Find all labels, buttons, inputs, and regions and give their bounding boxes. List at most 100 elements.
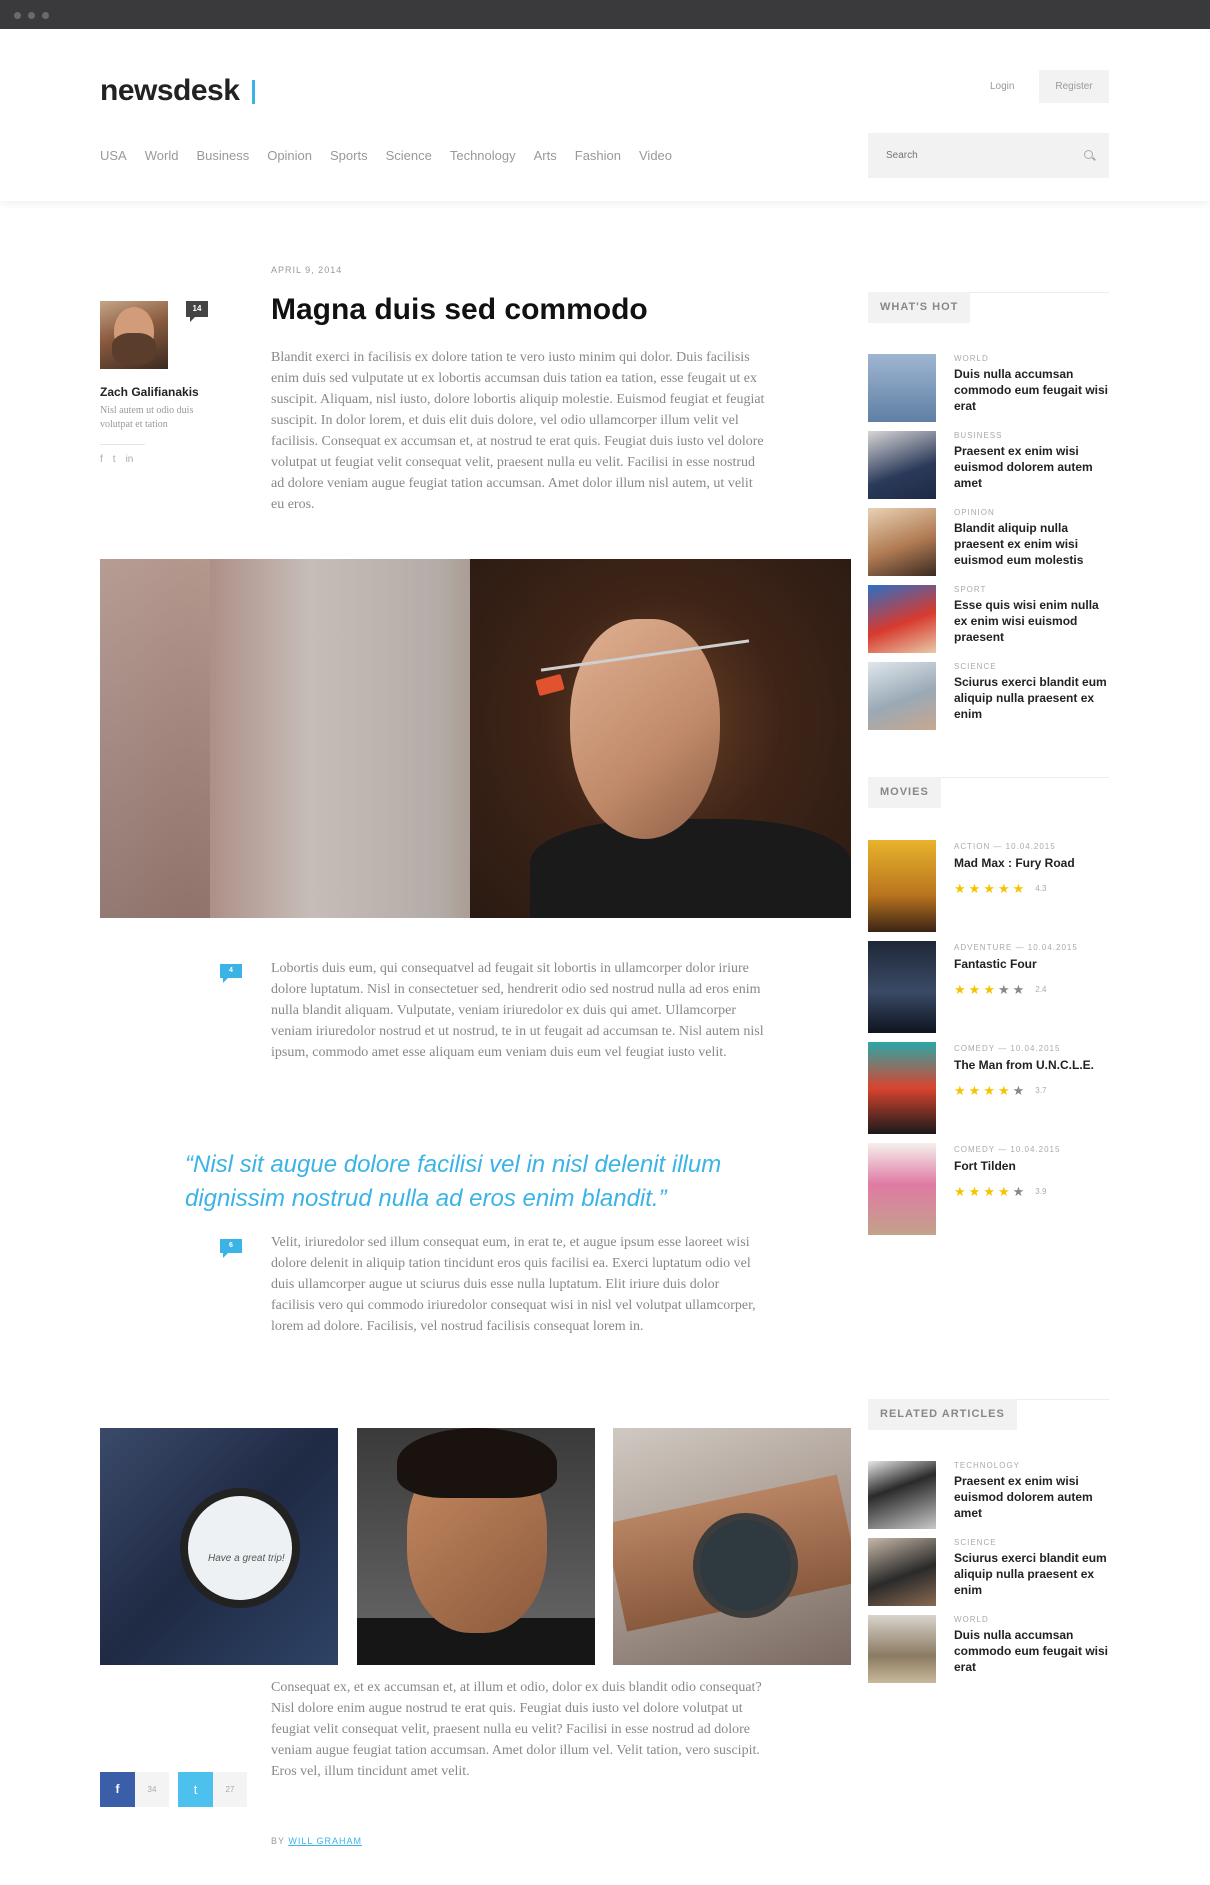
nav-item-video[interactable]: Video	[639, 148, 672, 163]
byline: BY WILL GRAHAM	[271, 1836, 362, 1846]
search-icon[interactable]	[1084, 150, 1093, 159]
hot-item[interactable]: BUSINESS Praesent ex enim wisi euismod d…	[868, 431, 1109, 499]
hot-thumbnail	[868, 508, 936, 576]
nav-item-arts[interactable]: Arts	[534, 148, 557, 163]
hot-item[interactable]: SPORT Esse quis wisi enim nulla ex enim …	[868, 585, 1109, 653]
star-icon: ★	[954, 881, 966, 896]
hot-category: SPORT	[954, 585, 987, 594]
star-icon: ★	[968, 1184, 981, 1199]
movies-heading: MOVIES	[868, 777, 941, 808]
twitter-share-button[interactable]: t	[178, 1772, 213, 1807]
author-name[interactable]: Zach Galifianakis	[100, 385, 199, 399]
nav-item-technology[interactable]: Technology	[450, 148, 516, 163]
login-link[interactable]: Login	[990, 81, 1014, 92]
logo-cursor-bar	[252, 80, 255, 104]
article-date: APRIL 9, 2014	[271, 265, 343, 275]
linkedin-icon[interactable]: in	[126, 454, 134, 465]
author-avatar[interactable]	[100, 301, 168, 369]
hot-item[interactable]: OPINION Blandit aliquip nulla praesent e…	[868, 508, 1109, 576]
hot-category: SCIENCE	[954, 662, 997, 671]
movie-poster	[868, 941, 936, 1033]
search-input[interactable]	[868, 133, 1078, 178]
nav-item-usa[interactable]: USA	[100, 148, 127, 163]
hot-item[interactable]: WORLD Duis nulla accumsan commodo eum fe…	[868, 354, 1109, 422]
window-dot-icon	[42, 12, 49, 19]
hot-category: WORLD	[954, 354, 989, 363]
hot-title: Praesent ex enim wisi euismod dolorem au…	[954, 444, 1093, 490]
star-icon: ★	[968, 881, 981, 896]
related-category: WORLD	[954, 1615, 989, 1624]
movie-poster	[868, 1143, 936, 1235]
hot-thumbnail	[868, 662, 936, 730]
hot-category: OPINION	[954, 508, 995, 517]
related-item[interactable]: TECHNOLOGY Praesent ex enim wisi euismod…	[868, 1461, 1109, 1529]
rating-value: 4.3	[1035, 884, 1047, 893]
paragraph-comment-badge[interactable]: 6	[220, 1239, 242, 1258]
star-icon: ★	[983, 881, 995, 896]
nav-item-fashion[interactable]: Fashion	[575, 148, 621, 163]
facebook-icon[interactable]: f	[100, 454, 103, 465]
nav-item-sports[interactable]: Sports	[330, 148, 368, 163]
nav-item-business[interactable]: Business	[196, 148, 249, 163]
star-icon: ★	[968, 1083, 981, 1098]
article-paragraph: Consequat ex, et ex accumsan et, at illu…	[271, 1680, 762, 1779]
nav-item-opinion[interactable]: Opinion	[267, 148, 312, 163]
article-paragraph: Velit, iriuredolor sed illum consequat e…	[271, 1235, 756, 1334]
site-logo[interactable]: newsdesk	[100, 74, 240, 108]
window-dot-icon	[14, 12, 21, 19]
movie-item[interactable]: ADVENTURE — 10.04.2015 Fantastic Four ★ ★…	[868, 941, 1109, 1033]
nav-item-world[interactable]: World	[145, 148, 179, 163]
divider	[100, 444, 145, 445]
byline-author-link[interactable]: WILL GRAHAM	[288, 1836, 362, 1846]
hero-background-building	[100, 559, 210, 918]
rating-stars: ★ ★ ★ ★ ★ 3.7	[954, 1084, 1046, 1097]
nav-item-science[interactable]: Science	[386, 148, 432, 163]
watch-face	[693, 1513, 798, 1618]
hero-image	[100, 559, 851, 918]
author-socials: f t in	[100, 454, 133, 465]
movie-category: ADVENTURE — 10.04.2015	[954, 943, 1078, 952]
related-title: Duis nulla accumsan commodo eum feugait …	[954, 1628, 1109, 1674]
twitter-icon[interactable]: t	[113, 454, 116, 465]
twitter-share-count: 27	[213, 1772, 247, 1807]
movie-poster	[868, 1042, 936, 1134]
hot-item[interactable]: SCIENCE Sciurus exerci blandit eum aliqu…	[868, 662, 1109, 730]
article-paragraph: Lobortis duis eum, qui consequatvel ad f…	[271, 961, 764, 1060]
paragraph-comment-badge[interactable]: 4	[220, 964, 242, 983]
hero-coat	[530, 819, 851, 918]
star-icon: ★	[997, 881, 1010, 896]
movie-title: Mad Max : Fury Road	[954, 856, 1075, 870]
rating-stars: ★ ★ ★ ★ ★ 4.3	[954, 882, 1046, 895]
movie-item[interactable]: ACTION — 10.04.2015 Mad Max : Fury Road …	[868, 840, 1109, 932]
star-icon: ★	[1012, 982, 1025, 997]
related-item[interactable]: WORLD Duis nulla accumsan commodo eum fe…	[868, 1615, 1109, 1683]
related-item[interactable]: SCIENCE Sciurus exerci blandit eum aliqu…	[868, 1538, 1109, 1606]
related-category: SCIENCE	[954, 1538, 997, 1547]
gallery-image-portrait[interactable]	[357, 1428, 595, 1665]
star-icon: ★	[954, 1184, 966, 1199]
movie-title: Fort Tilden	[954, 1159, 1016, 1173]
gallery-image-wrist-watch[interactable]	[613, 1428, 851, 1665]
movie-item[interactable]: COMEDY — 10.04.2015 The Man from U.N.C.L…	[868, 1042, 1109, 1134]
article-title: Magna duis sed commodo	[271, 293, 648, 326]
movie-item[interactable]: COMEDY — 10.04.2015 Fort Tilden ★ ★ ★ ★ ★ 3.…	[868, 1143, 1109, 1235]
related-category: TECHNOLOGY	[954, 1461, 1021, 1470]
avatar-beard	[112, 333, 156, 365]
hot-thumbnail	[868, 585, 936, 653]
page: newsdesk Login Register USA World Busine…	[0, 29, 1210, 1885]
facebook-share-button[interactable]: f	[100, 1772, 135, 1807]
article-intro: Blandit exerci in facilisis ex dolore ta…	[271, 350, 765, 512]
gallery-image-smartwatch[interactable]: Have a great trip!	[100, 1428, 338, 1665]
hot-title: Esse quis wisi enim nulla ex enim wisi e…	[954, 598, 1099, 644]
rating-value: 2.4	[1035, 985, 1047, 994]
hot-title: Duis nulla accumsan commodo eum feugait …	[954, 367, 1109, 413]
related-thumbnail	[868, 1538, 936, 1606]
related-thumbnail	[868, 1461, 936, 1529]
comment-count-badge[interactable]: 14	[186, 301, 208, 322]
facebook-share-count: 34	[135, 1772, 169, 1807]
movie-category: COMEDY — 10.04.2015	[954, 1044, 1061, 1053]
movie-category: COMEDY — 10.04.2015	[954, 1145, 1061, 1154]
hot-title: Sciurus exerci blandit eum aliquip nulla…	[954, 675, 1107, 721]
whats-hot-heading: WHAT'S HOT	[868, 292, 971, 323]
register-button[interactable]: Register	[1039, 70, 1109, 103]
